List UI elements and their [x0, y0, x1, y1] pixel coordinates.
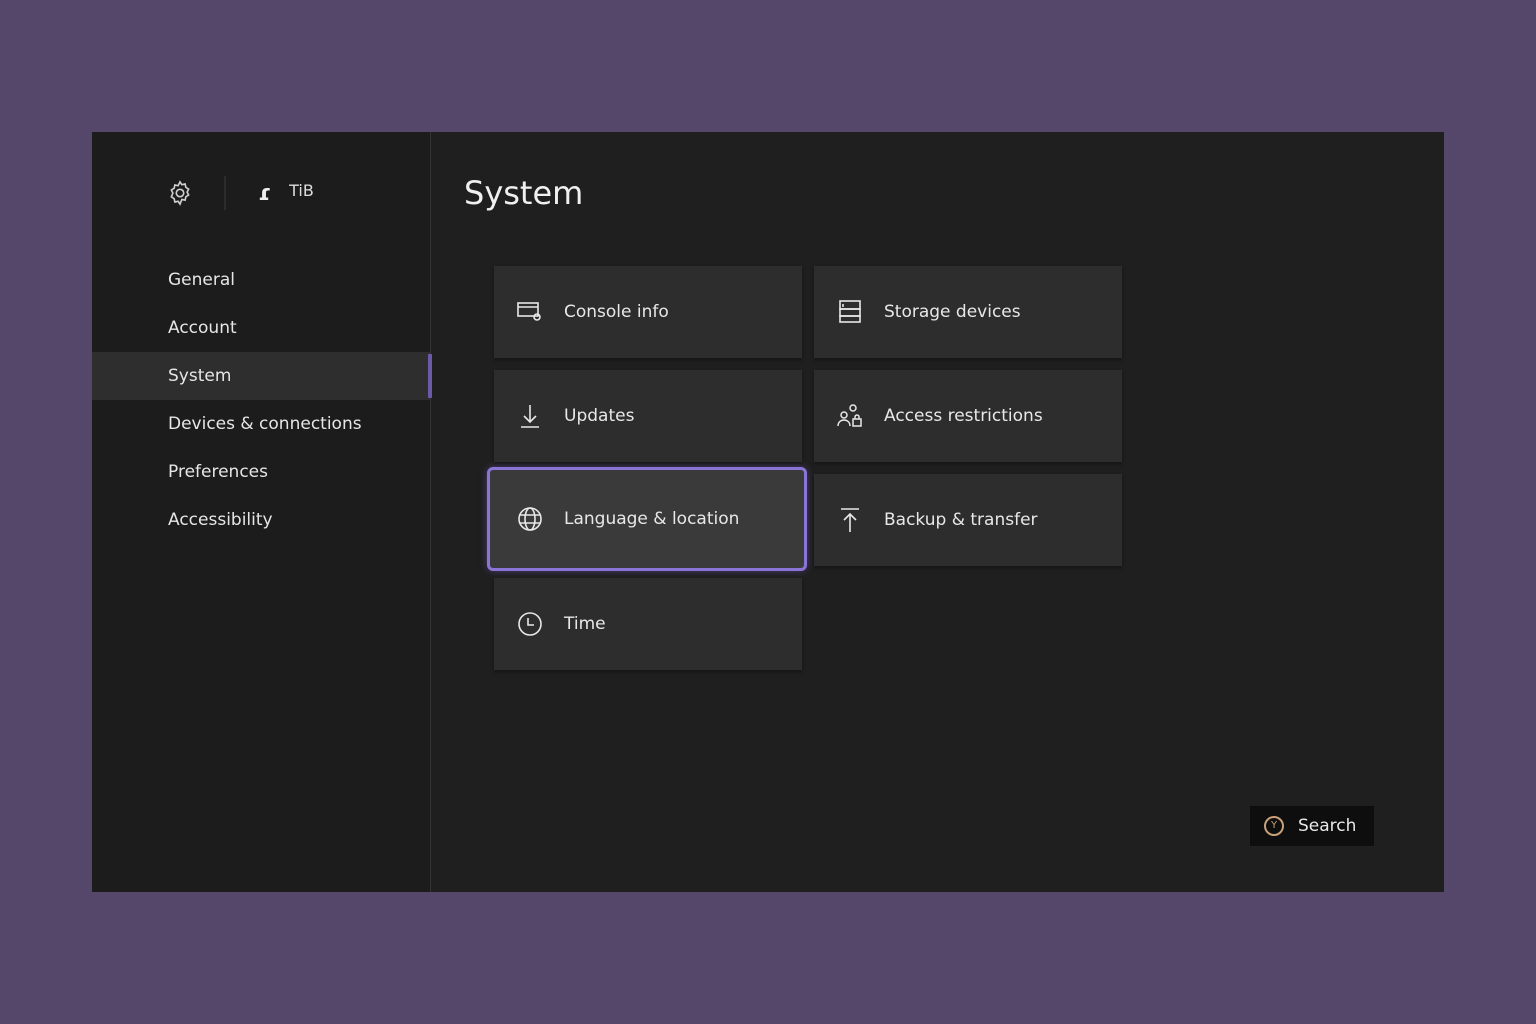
- sidebar-item-general[interactable]: General: [92, 256, 430, 304]
- tile-label: Updates: [564, 406, 635, 426]
- sidebar-item-preferences[interactable]: Preferences: [92, 448, 430, 496]
- tile-label: Backup & transfer: [884, 510, 1038, 530]
- profile-icon[interactable]: ɾ: [258, 181, 271, 206]
- sidebar: ɾ TiB General Account System Devices & c…: [92, 132, 432, 892]
- download-icon: [521, 405, 539, 428]
- tile-label: Time: [564, 614, 606, 634]
- sidebar-nav: General Account System Devices & connect…: [92, 256, 432, 544]
- sidebar-item-devices-connections[interactable]: Devices & connections: [92, 400, 430, 448]
- tile-backup-transfer[interactable]: Backup & transfer: [814, 474, 1122, 566]
- globe-icon: [518, 507, 542, 531]
- console-info-icon: [517, 302, 541, 321]
- tile-time[interactable]: Time: [494, 578, 802, 670]
- gear-icon[interactable]: [166, 179, 194, 207]
- tile-label: Console info: [564, 302, 669, 322]
- sidebar-item-account[interactable]: Account: [92, 304, 430, 352]
- access-restrictions-icon: [837, 404, 862, 427]
- tile-console-info[interactable]: Console info: [494, 266, 802, 358]
- storage-icon: [839, 300, 861, 323]
- tile-access-restrictions[interactable]: Access restrictions: [814, 370, 1122, 462]
- search-label: Search: [1298, 816, 1357, 836]
- upload-icon: [841, 508, 859, 532]
- tile-storage-devices[interactable]: Storage devices: [814, 266, 1122, 358]
- tile-language-location[interactable]: Language & location: [487, 467, 807, 571]
- settings-screen: ɾ TiB General Account System Devices & c…: [92, 132, 1444, 892]
- header-divider: [224, 176, 226, 210]
- tile-label: Language & location: [564, 509, 740, 529]
- sidebar-item-system[interactable]: System: [92, 352, 432, 400]
- y-button-icon: Y: [1264, 816, 1284, 836]
- clock-icon: [518, 612, 542, 636]
- sidebar-header: ɾ TiB: [166, 176, 314, 210]
- sidebar-item-accessibility[interactable]: Accessibility: [92, 496, 430, 544]
- tile-updates[interactable]: Updates: [494, 370, 802, 462]
- page-title: System: [464, 174, 584, 212]
- tile-label: Storage devices: [884, 302, 1021, 322]
- gamertag: TiB: [289, 180, 314, 200]
- search-button[interactable]: Y Search: [1250, 806, 1374, 846]
- tile-label: Access restrictions: [884, 406, 1043, 426]
